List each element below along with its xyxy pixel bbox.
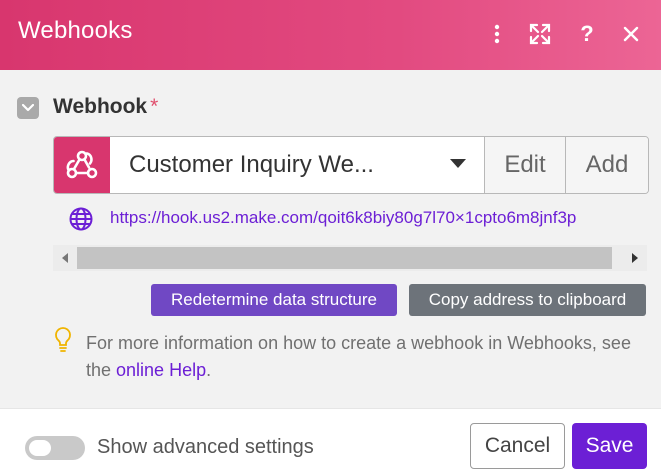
online-help-link[interactable]: online Help xyxy=(116,360,206,380)
cancel-button[interactable]: Cancel xyxy=(470,423,565,469)
dialog-footer: Show advanced settings Cancel Save xyxy=(0,408,661,470)
selected-webhook: Customer Inquiry We... xyxy=(129,151,374,178)
add-button[interactable]: Add xyxy=(565,137,648,193)
edit-button[interactable]: Edit xyxy=(484,137,565,193)
info-text-end: . xyxy=(206,360,212,380)
webhook-label-text: Webhook xyxy=(53,95,148,118)
chevron-down-icon xyxy=(450,159,466,168)
help-icon[interactable]: ? xyxy=(571,18,603,50)
scroll-left-arrow-icon[interactable] xyxy=(53,245,77,271)
webhook-icon xyxy=(54,137,110,193)
scrollbar-thumb[interactable] xyxy=(77,247,612,269)
expand-icon[interactable] xyxy=(524,18,556,50)
webhook-url[interactable]: https://hook.us2.make.com/qoit6k8biy80g7… xyxy=(110,208,576,228)
required-indicator: * xyxy=(150,95,159,118)
collapse-field-toggle[interactable] xyxy=(17,97,39,119)
globe-icon xyxy=(69,207,93,231)
close-icon[interactable] xyxy=(615,18,647,50)
dialog-title: Webhooks xyxy=(18,17,133,44)
horizontal-scrollbar[interactable] xyxy=(53,245,647,271)
save-button[interactable]: Save xyxy=(572,423,647,469)
dialog-header: Webhooks ? xyxy=(0,0,661,70)
webhook-url-row: https://hook.us2.make.com/qoit6k8biy80g7… xyxy=(68,205,648,233)
more-vertical-icon[interactable] xyxy=(481,18,513,50)
webhook-field-label: Webhook * xyxy=(53,95,158,119)
help-info-text: For more information on how to create a … xyxy=(86,330,646,384)
advanced-settings-toggle[interactable] xyxy=(25,436,85,460)
copy-address-button[interactable]: Copy address to clipboard xyxy=(409,284,646,316)
webhook-select-group: Customer Inquiry We... Edit Add xyxy=(53,136,649,194)
toggle-knob xyxy=(29,440,51,456)
webhook-dropdown[interactable]: Customer Inquiry We... xyxy=(110,137,484,193)
scroll-right-arrow-icon[interactable] xyxy=(623,245,647,271)
lightbulb-icon xyxy=(55,327,71,352)
advanced-settings-label[interactable]: Show advanced settings xyxy=(97,436,314,459)
redetermine-data-structure-button[interactable]: Redetermine data structure xyxy=(151,284,397,316)
